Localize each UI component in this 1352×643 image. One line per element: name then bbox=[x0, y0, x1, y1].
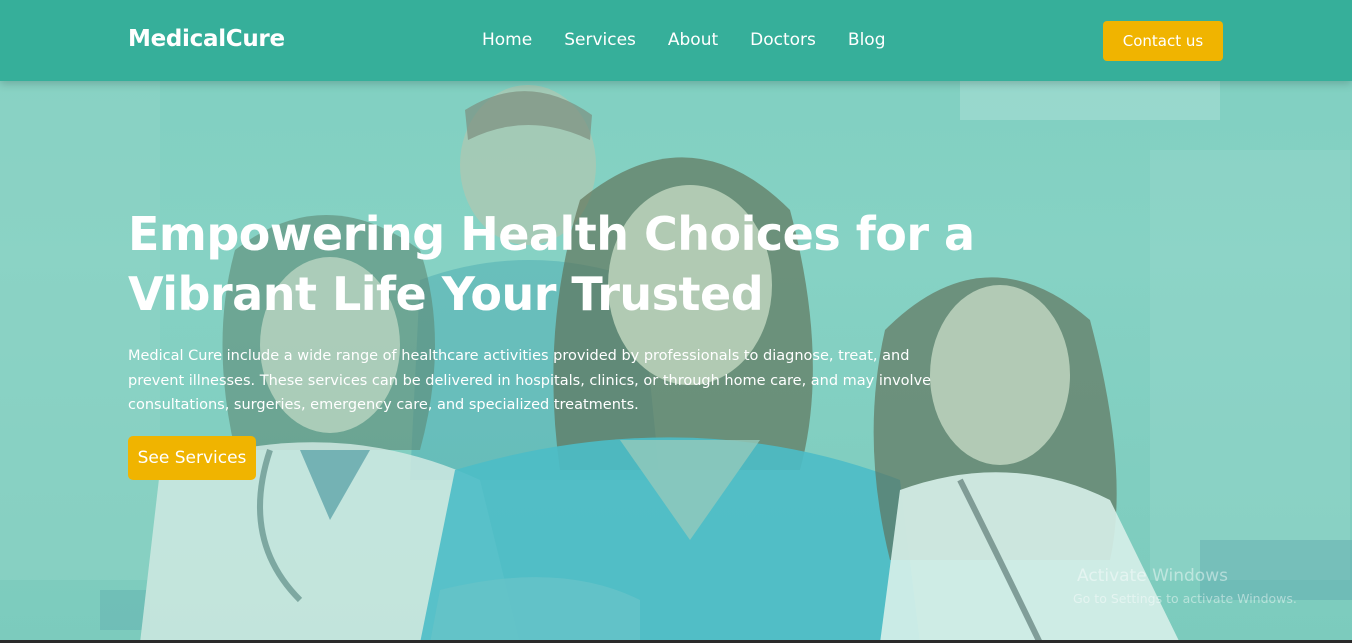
nav-home[interactable]: Home bbox=[482, 30, 532, 50]
hero-title-line-2: Vibrant Life Your Trusted bbox=[128, 267, 764, 321]
activate-windows-title: Activate Windows bbox=[1077, 566, 1228, 586]
nav-services[interactable]: Services bbox=[564, 30, 636, 50]
site-logo[interactable]: MedicalCure bbox=[128, 26, 285, 52]
hero-title: Empowering Health Choices for a Vibrant … bbox=[128, 204, 1008, 324]
nav-blog[interactable]: Blog bbox=[848, 30, 886, 50]
hero-description-line-2: prevent illnesses. These services can be… bbox=[128, 372, 932, 389]
contact-us-button[interactable]: Contact us bbox=[1103, 21, 1223, 61]
nav-doctors[interactable]: Doctors bbox=[750, 30, 816, 50]
nav-about[interactable]: About bbox=[668, 30, 718, 50]
hero-title-line-1: Empowering Health Choices for a bbox=[128, 207, 975, 261]
hero-description-line-3: consultations, surgeries, emergency care… bbox=[128, 397, 639, 413]
main-nav: Home Services About Doctors Blog bbox=[482, 30, 918, 50]
hero-description: Medical Cure include a wide range of hea… bbox=[128, 344, 1028, 418]
see-services-button[interactable]: See Services bbox=[128, 436, 256, 480]
activate-windows-subtitle: Go to Settings to activate Windows. bbox=[1073, 591, 1297, 606]
hero-description-line-1: Medical Cure include a wide range of hea… bbox=[128, 348, 910, 364]
site-header: MedicalCure Home Services About Doctors … bbox=[0, 0, 1352, 81]
